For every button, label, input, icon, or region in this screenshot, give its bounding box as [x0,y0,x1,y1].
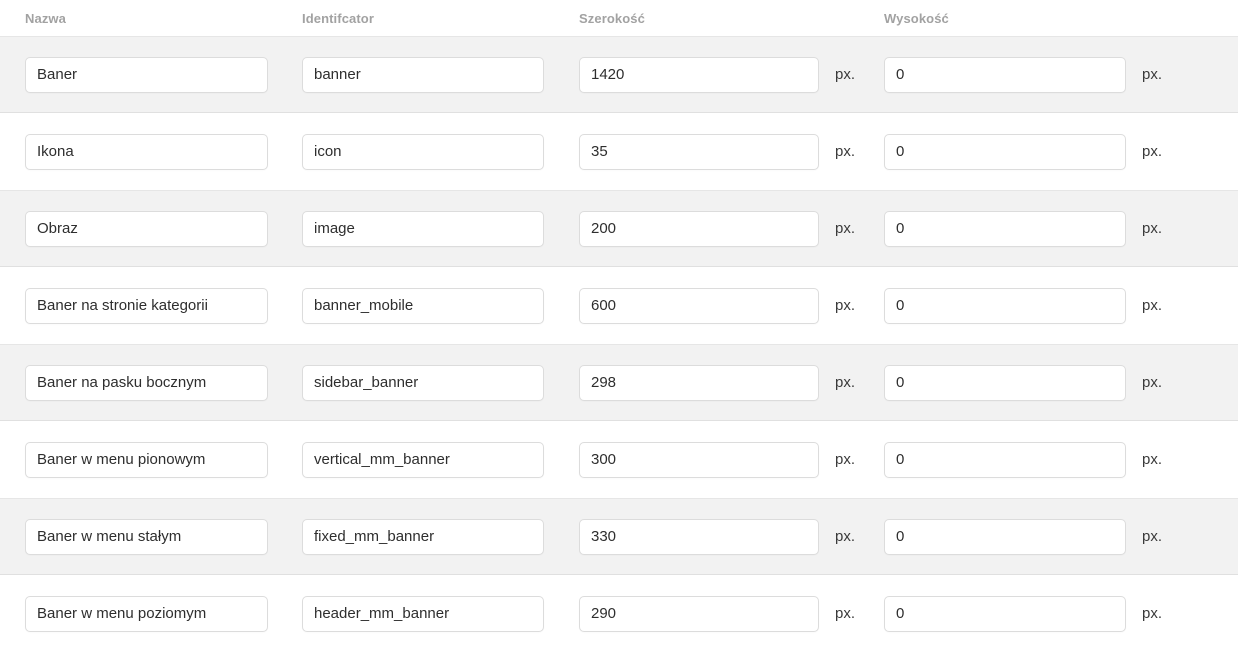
name-input[interactable] [25,441,268,478]
width-unit-label: px. [835,605,856,622]
identifier-input[interactable] [302,518,544,555]
cell-height: px. [870,210,1175,247]
cell-name [11,133,288,170]
cell-height: px. [870,441,1175,478]
table-body: px.px.px.px.px.px.px.px.px.px.px.px.px.p… [0,36,1238,652]
cell-name [11,287,288,324]
cell-name [11,56,288,93]
height-unit-label: px. [1142,66,1163,83]
cell-identifier [288,287,565,324]
height-unit-label: px. [1142,143,1163,160]
column-header-name: Nazwa [25,10,66,26]
width-unit-label: px. [835,66,856,83]
cell-name [11,518,288,555]
height-unit-label: px. [1142,297,1163,314]
table-row: px. px. [0,498,1238,575]
cell-identifier [288,133,565,170]
table-header-row: Nazwa Identifcator Szerokość Wysokość [0,0,1238,36]
width-input[interactable] [579,56,819,93]
height-unit-label: px. [1142,374,1163,391]
cell-identifier [288,56,565,93]
name-input[interactable] [25,56,268,93]
cell-identifier [288,210,565,247]
cell-identifier [288,441,565,478]
column-header-height: Wysokość [884,10,949,26]
table-row: px. px. [0,113,1238,190]
cell-width: px. [565,518,870,555]
identifier-input[interactable] [302,441,544,478]
cell-height: px. [870,595,1175,632]
height-input[interactable] [884,441,1126,478]
width-unit-label: px. [835,143,856,160]
height-unit-label: px. [1142,528,1163,545]
column-header-width: Szerokość [579,10,645,26]
width-input[interactable] [579,595,819,632]
identifier-input[interactable] [302,56,544,93]
table-row: px. px. [0,36,1238,113]
cell-identifier [288,595,565,632]
cell-name [11,595,288,632]
height-input[interactable] [884,133,1126,170]
image-size-settings-table: Nazwa Identifcator Szerokość Wysokość px… [0,0,1238,652]
height-input[interactable] [884,287,1126,324]
height-input[interactable] [884,210,1126,247]
cell-height: px. [870,287,1175,324]
width-input[interactable] [579,133,819,170]
height-unit-label: px. [1142,451,1163,468]
height-input[interactable] [884,595,1126,632]
cell-width: px. [565,56,870,93]
cell-width: px. [565,133,870,170]
width-input[interactable] [579,210,819,247]
cell-name [11,210,288,247]
width-input[interactable] [579,287,819,324]
cell-height: px. [870,518,1175,555]
cell-width: px. [565,287,870,324]
width-unit-label: px. [835,451,856,468]
name-input[interactable] [25,133,268,170]
width-unit-label: px. [835,297,856,314]
cell-height: px. [870,364,1175,401]
identifier-input[interactable] [302,210,544,247]
height-unit-label: px. [1142,220,1163,237]
cell-identifier [288,364,565,401]
cell-name [11,441,288,478]
name-input[interactable] [25,518,268,555]
width-unit-label: px. [835,528,856,545]
identifier-input[interactable] [302,595,544,632]
cell-width: px. [565,364,870,401]
height-unit-label: px. [1142,605,1163,622]
cell-height: px. [870,56,1175,93]
column-header-identifier: Identifcator [302,10,374,26]
name-input[interactable] [25,364,268,401]
width-unit-label: px. [835,220,856,237]
table-row: px. px. [0,190,1238,267]
cell-width: px. [565,441,870,478]
height-input[interactable] [884,364,1126,401]
table-row: px. px. [0,267,1238,344]
width-input[interactable] [579,518,819,555]
height-input[interactable] [884,518,1126,555]
identifier-input[interactable] [302,287,544,324]
name-input[interactable] [25,287,268,324]
cell-width: px. [565,210,870,247]
width-input[interactable] [579,441,819,478]
name-input[interactable] [25,210,268,247]
table-row: px. px. [0,344,1238,421]
cell-name [11,364,288,401]
cell-identifier [288,518,565,555]
width-input[interactable] [579,364,819,401]
cell-width: px. [565,595,870,632]
height-input[interactable] [884,56,1126,93]
width-unit-label: px. [835,374,856,391]
table-row: px. px. [0,575,1238,652]
name-input[interactable] [25,595,268,632]
identifier-input[interactable] [302,364,544,401]
cell-height: px. [870,133,1175,170]
table-row: px. px. [0,421,1238,498]
identifier-input[interactable] [302,133,544,170]
